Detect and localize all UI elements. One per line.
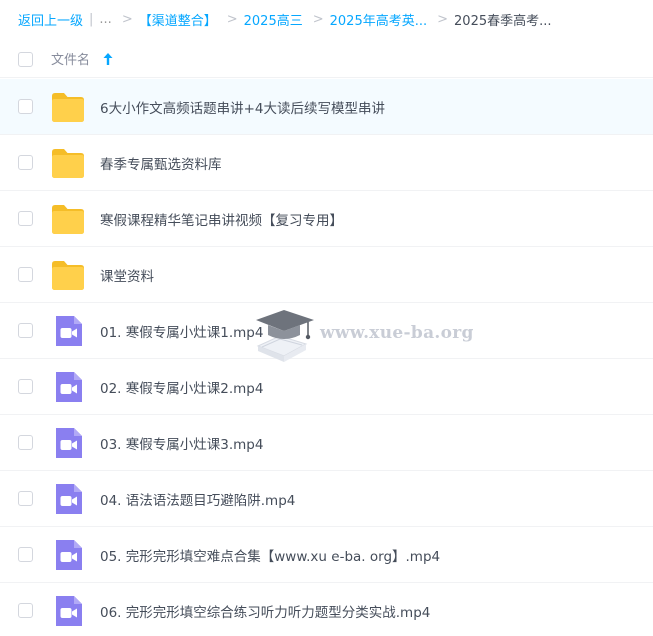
breadcrumb-current: 2025春季高考... <box>454 13 552 29</box>
breadcrumb-item[interactable]: 【渠道整合】 <box>139 10 217 29</box>
back-link[interactable]: 返回上一级 <box>18 10 83 29</box>
row-checkbox[interactable] <box>18 379 33 394</box>
file-row[interactable]: 03. 寒假专属小灶课3.mp4 <box>0 415 653 471</box>
chevron-right-icon: > <box>226 11 238 27</box>
select-all-checkbox[interactable] <box>18 52 33 67</box>
sort-ascending-icon[interactable] <box>102 52 114 66</box>
video-file-icon <box>56 316 82 346</box>
file-row[interactable]: 寒假课程精华笔记串讲视频【复习专用】 <box>0 191 653 247</box>
row-checkbox[interactable] <box>18 491 33 506</box>
file-name[interactable]: 05. 完形完形填空难点合集【www.xu e-ba. org】.mp4 <box>100 545 440 565</box>
folder-icon <box>52 261 84 290</box>
chevron-right-icon: > <box>312 11 324 27</box>
file-row[interactable]: 02. 寒假专属小灶课2.mp4 <box>0 359 653 415</box>
video-file-icon <box>56 596 82 626</box>
row-checkbox[interactable] <box>18 435 33 450</box>
file-browser: 返回上一级 | ... > 【渠道整合】 > 2025高三 > 2025年高考英… <box>0 0 653 636</box>
file-list: 6大小作文高频话题串讲+4大读后续写模型串讲 春季专属甄选资料库寒假课程精华笔记串… <box>0 79 653 636</box>
breadcrumb-item[interactable]: 2025高三 <box>244 10 303 29</box>
file-row[interactable]: 课堂资料 <box>0 247 653 303</box>
list-header: 文件名 <box>0 40 653 78</box>
row-checkbox[interactable] <box>18 267 33 282</box>
breadcrumb: 返回上一级 | ... > 【渠道整合】 > 2025高三 > 2025年高考英… <box>0 0 653 38</box>
file-name[interactable]: 春季专属甄选资料库 <box>100 153 222 173</box>
breadcrumb-item[interactable]: 2025年高考英... <box>330 10 427 29</box>
file-name[interactable]: 04. 语法语法题目巧避陷阱.mp4 <box>100 489 295 509</box>
chevron-right-icon: > <box>437 11 449 27</box>
file-row[interactable]: 05. 完形完形填空难点合集【www.xu e-ba. org】.mp4 <box>0 527 653 583</box>
row-checkbox[interactable] <box>18 323 33 338</box>
file-name[interactable]: 课堂资料 <box>100 265 154 285</box>
row-checkbox[interactable] <box>18 547 33 562</box>
file-row[interactable]: 6大小作文高频话题串讲+4大读后续写模型串讲 <box>0 79 653 135</box>
file-row[interactable]: 06. 完形完形填空综合练习听力听力题型分类实战.mp4 <box>0 583 653 636</box>
file-row[interactable]: 春季专属甄选资料库 <box>0 135 653 191</box>
file-name[interactable]: 寒假课程精华笔记串讲视频【复习专用】 <box>100 209 343 229</box>
video-file-icon <box>56 428 82 458</box>
row-checkbox[interactable] <box>18 211 33 226</box>
file-name[interactable]: 03. 寒假专属小灶课3.mp4 <box>100 433 263 453</box>
file-name[interactable]: 01. 寒假专属小灶课1.mp4 <box>100 321 263 341</box>
breadcrumb-divider: | <box>89 11 94 27</box>
folder-icon <box>52 205 84 234</box>
breadcrumb-ellipsis[interactable]: ... <box>99 12 111 27</box>
video-file-icon <box>56 372 82 402</box>
video-file-icon <box>56 540 82 570</box>
row-checkbox[interactable] <box>18 155 33 170</box>
row-checkbox[interactable] <box>18 99 33 114</box>
file-name[interactable]: 6大小作文高频话题串讲+4大读后续写模型串讲 <box>100 97 385 117</box>
column-header-filename[interactable]: 文件名 <box>51 49 90 68</box>
file-name[interactable]: 02. 寒假专属小灶课2.mp4 <box>100 377 263 397</box>
video-file-icon <box>56 484 82 514</box>
file-row[interactable]: 04. 语法语法题目巧避陷阱.mp4 <box>0 471 653 527</box>
chevron-right-icon: > <box>121 11 133 27</box>
row-checkbox[interactable] <box>18 603 33 618</box>
file-name[interactable]: 06. 完形完形填空综合练习听力听力题型分类实战.mp4 <box>100 601 430 621</box>
folder-icon <box>52 149 84 178</box>
file-row[interactable]: 01. 寒假专属小灶课1.mp4 <box>0 303 653 359</box>
folder-icon <box>52 93 84 122</box>
